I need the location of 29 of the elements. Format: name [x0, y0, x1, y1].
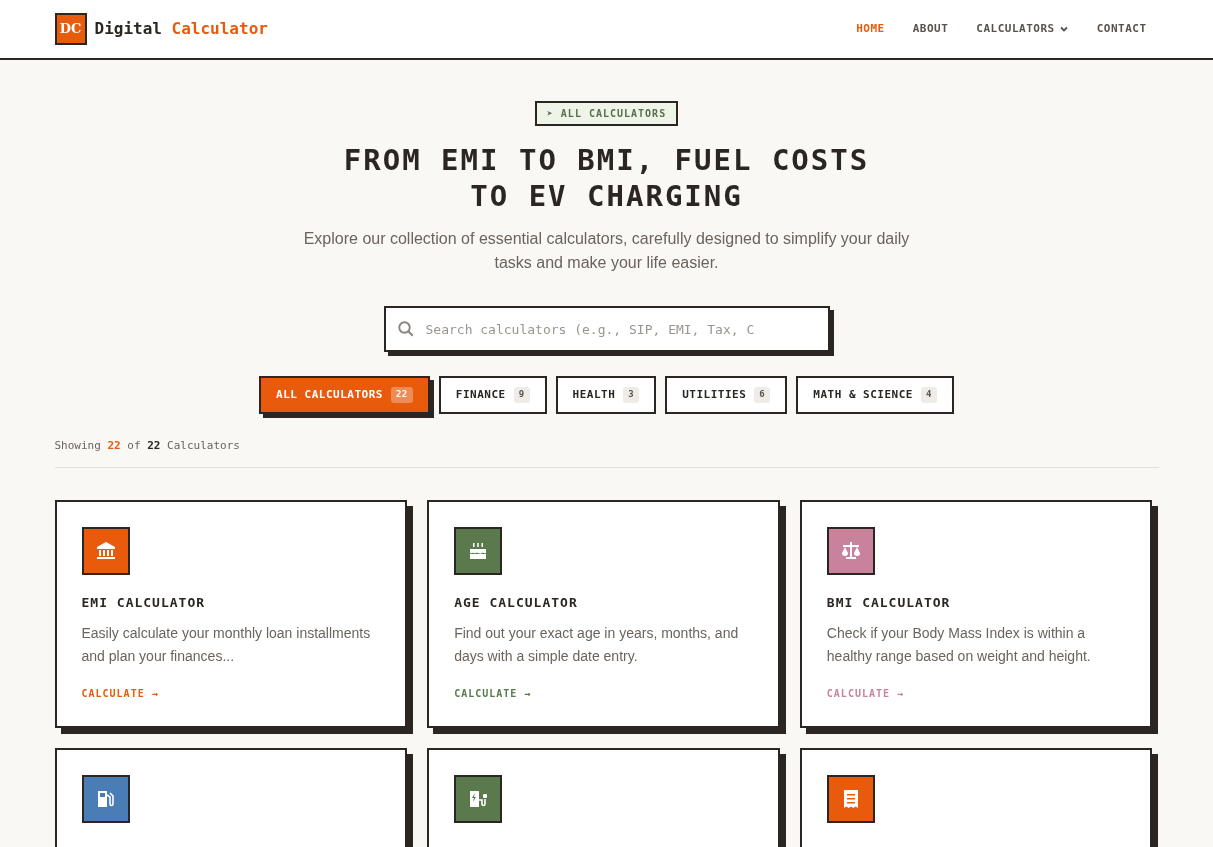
- nav-link[interactable]: CALCULATORS: [976, 20, 1069, 38]
- count-badge: 3: [623, 387, 640, 403]
- count-badge: 4: [921, 387, 937, 403]
- section-badge: ➤ ALL CALCULATORS: [534, 101, 679, 126]
- site-name[interactable]: Digital Calculator: [94, 17, 268, 41]
- page-title: FROM EMI TO BMI, FUEL COSTS TO EV CHARGING: [343, 142, 870, 214]
- search-field[interactable]: Search calculators (e.g., SIP, EMI, Tax, C: [383, 306, 830, 352]
- card-title: EMI CALCULATOR: [81, 593, 207, 612]
- calculate-link[interactable]: CALCULATE →: [454, 686, 532, 701]
- nav-link[interactable]: CONTACT: [1096, 20, 1147, 38]
- nav-link[interactable]: HOME: [856, 20, 885, 38]
- results-count: Showing 22 of 22 Calculators: [54, 438, 1159, 468]
- page-subtitle: Explore our collection of essential calculators, carefully designed to simplify your daily tasks and make your life easier.: [302, 229, 911, 273]
- count-badge: 6: [754, 387, 771, 403]
- card-title: AGE CALCULATOR: [454, 593, 579, 612]
- card-title: BMI CALCULATOR: [826, 593, 952, 612]
- count-badge: 9: [513, 387, 530, 403]
- logo-mark[interactable]: DC: [54, 13, 87, 45]
- card-description: Easily calculate your monthly loan installments and plan your finances...: [81, 624, 372, 666]
- filter-tab[interactable]: UTILITIES 6: [665, 376, 788, 414]
- card-description: Check if your Body Mass Index is within a healthy range based on weight and height.: [826, 624, 1092, 666]
- calculate-link[interactable]: CALCULATE →: [81, 686, 159, 701]
- count-badge: 22: [390, 387, 413, 403]
- card-description: Find out your exact age in years, months, and days with a simple date entry.: [454, 624, 740, 666]
- search-icon: [396, 320, 415, 338]
- filter-tab[interactable]: MATH & SCIENCE 4: [796, 376, 954, 414]
- filter-tab[interactable]: FINANCE 9: [438, 376, 547, 414]
- filter-tab[interactable]: HEALTH 3: [555, 376, 657, 414]
- nav-link[interactable]: ABOUT: [912, 20, 949, 38]
